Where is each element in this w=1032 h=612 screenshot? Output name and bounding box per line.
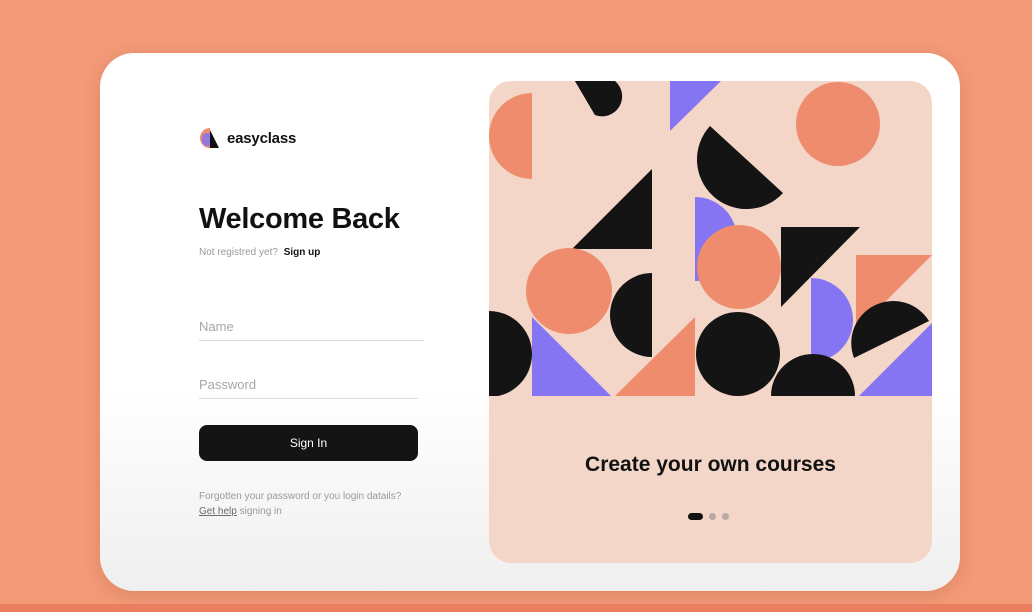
page-title: Welcome Back [199, 203, 400, 235]
pattern-shape [670, 81, 721, 131]
easyclass-logo-icon [200, 128, 219, 148]
pattern-shape [489, 93, 532, 179]
carousel-dots [688, 513, 729, 520]
signup-link[interactable]: Sign up [284, 247, 321, 258]
brand-logo: easyclass [199, 127, 296, 149]
help-line-2: Get help signing in [199, 504, 401, 519]
bottom-edge [0, 604, 1032, 612]
name-input[interactable] [199, 315, 424, 341]
geometric-pattern-illustration [489, 81, 932, 396]
pattern-shape [811, 278, 853, 362]
login-card: easyclass Welcome Back Not registred yet… [100, 53, 960, 591]
signup-prompt: Not registred yet? Sign up [199, 247, 320, 258]
help-line-2-rest: signing in [236, 506, 282, 517]
pattern-shape [771, 354, 855, 396]
illustration-panel: Create your own courses [489, 81, 932, 563]
get-help-link[interactable]: Get help [199, 506, 237, 517]
help-line-1: Forgotten your password or you login dat… [199, 491, 402, 502]
pattern-shape [572, 169, 652, 249]
carousel-dot-1[interactable] [688, 513, 703, 520]
signup-prompt-text: Not registred yet? [199, 247, 278, 258]
pattern-shape [489, 311, 532, 396]
pattern-shape [696, 126, 783, 210]
pattern-shape [526, 248, 612, 334]
carousel-caption: Create your own courses [585, 453, 836, 476]
pattern-shape [696, 312, 780, 396]
pattern-shape [610, 273, 652, 357]
brand-name: easyclass [227, 129, 297, 147]
password-input[interactable] [199, 373, 418, 399]
help-text: Forgotten your password or you login dat… [199, 489, 401, 519]
pattern-shape [796, 82, 880, 166]
carousel-dot-3[interactable] [722, 513, 729, 520]
sign-in-button[interactable]: Sign In [199, 425, 418, 461]
pattern-shape [697, 225, 781, 309]
carousel-dot-2[interactable] [709, 513, 716, 520]
